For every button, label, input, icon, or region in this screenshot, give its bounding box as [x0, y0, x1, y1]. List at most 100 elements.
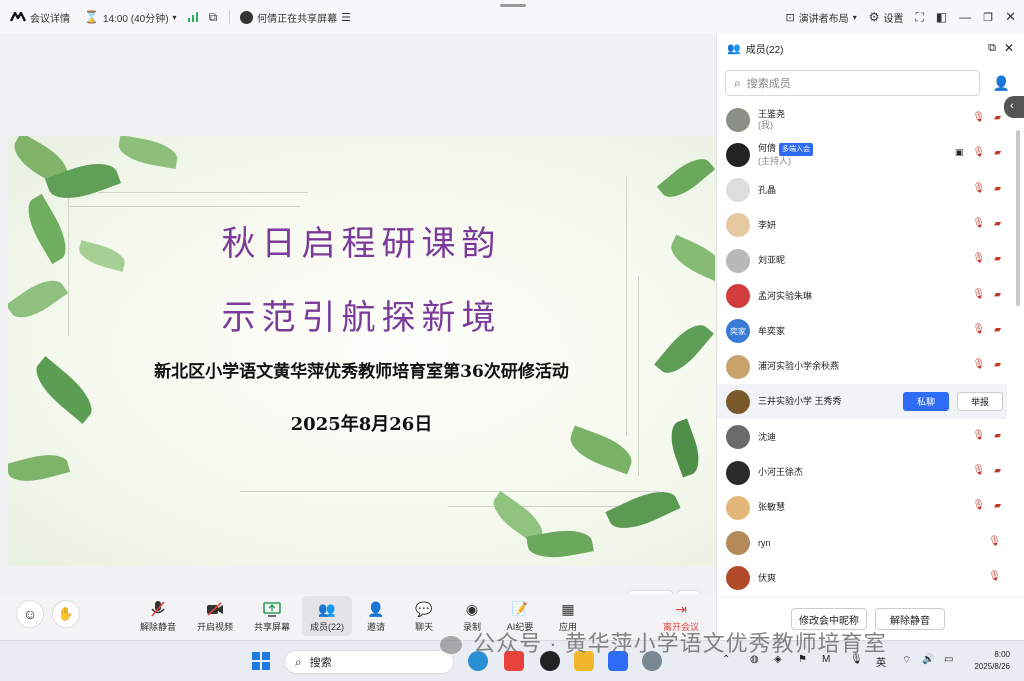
- mic-muted-icon[interactable]: 🎙: [972, 183, 985, 194]
- camera-off-icon[interactable]: ▰: [994, 465, 1001, 476]
- sidebar-toggle-icon[interactable]: ◧: [936, 10, 947, 24]
- meeting-details-button[interactable]: 会议详情: [10, 10, 70, 25]
- mic-muted-icon[interactable]: 🎙: [972, 500, 985, 511]
- windows-start-icon[interactable]: [251, 651, 271, 671]
- member-row[interactable]: 三井实验小学 王秀秀 私聊 举报: [717, 384, 1007, 420]
- unmute-button[interactable]: 解除静音: [133, 598, 183, 633]
- fullscreen-icon[interactable]: ⛶: [915, 10, 923, 25]
- member-text: ryn: [758, 538, 771, 549]
- member-row[interactable]: 孟河实验朱琳 🎙 ▰: [717, 279, 1007, 314]
- window-controls: ⊡ 演讲者布局 ▾ ⚙ 设置 ⛶ ◧ — ❐ ✕: [785, 0, 1016, 34]
- mic-muted-icon[interactable]: 🎙: [972, 253, 985, 264]
- chevron-down-icon: ▾: [852, 12, 857, 22]
- share-screen-button[interactable]: 共享屏幕: [247, 598, 297, 633]
- member-status-icons: 🎙 ▰: [972, 218, 1001, 229]
- member-name: 孟河实验朱琳: [758, 290, 813, 301]
- member-row[interactable]: 奕家 牟奕家 🎙 ▰: [717, 314, 1007, 349]
- camera-off-icon[interactable]: ▰: [994, 324, 1001, 335]
- member-text: 刘亚昵: [758, 255, 785, 266]
- multi-device-badge: 多端入会: [779, 142, 814, 156]
- mic-muted-icon[interactable]: 🎙: [972, 112, 985, 123]
- layout-label: 演讲者布局: [798, 13, 849, 25]
- camera-off-icon[interactable]: ▰: [994, 500, 1001, 511]
- camera-off-icon[interactable]: ▰: [994, 112, 1001, 123]
- member-text: 孔晶: [758, 185, 776, 196]
- member-name: 何倩: [758, 142, 777, 153]
- mic-muted-icon[interactable]: 🎙: [972, 289, 985, 300]
- wifi-icon[interactable]: ⌔: [902, 654, 911, 667]
- member-list-scrollbar[interactable]: [1016, 130, 1020, 306]
- drag-handle[interactable]: [500, 4, 526, 7]
- member-row[interactable]: 王鉴尧 (我) 🎙 ▰: [717, 102, 1007, 137]
- mic-muted-icon[interactable]: 🎙: [972, 359, 985, 370]
- members-panel-title: 成员(22): [745, 44, 784, 56]
- camera-off-icon[interactable]: ▰: [994, 359, 1001, 370]
- mic-muted-icon[interactable]: 🎙: [972, 147, 985, 158]
- reaction-button[interactable]: ☺: [16, 600, 44, 628]
- collapse-panel-tab[interactable]: ‹: [1004, 96, 1024, 118]
- camera-off-icon[interactable]: ▰: [994, 289, 1001, 300]
- battery-icon[interactable]: ▭: [944, 654, 953, 665]
- raise-hand-button[interactable]: ✋: [52, 600, 80, 628]
- share-screen-label: 共享屏幕: [253, 622, 290, 632]
- mic-muted-icon[interactable]: 🎙: [972, 218, 985, 229]
- meeting-time: 14:00 (40分钟): [102, 13, 169, 25]
- member-row[interactable]: ryn 🎙: [717, 526, 1007, 561]
- member-search-placeholder: 搜索成员: [746, 78, 791, 90]
- member-row[interactable]: 刘亚昵 🎙 ▰: [717, 243, 1007, 278]
- members-icon: 👥: [318, 600, 336, 617]
- member-row[interactable]: 沈迪 🎙 ▰: [717, 420, 1007, 455]
- apps-grid-icon: ▦: [561, 600, 575, 617]
- member-search-input[interactable]: ⌕ 搜索成员: [725, 70, 980, 96]
- member-status-icons: 🎙 ▰: [972, 253, 1001, 264]
- close-icon[interactable]: ✕: [1005, 9, 1016, 25]
- unmute-label: 解除静音: [139, 622, 176, 632]
- camera-off-icon[interactable]: ▰: [994, 430, 1001, 441]
- sharing-status[interactable]: 何倩正在共享屏幕 ☰: [240, 10, 351, 25]
- mic-muted-icon[interactable]: 🎙: [972, 324, 985, 335]
- camera-off-icon[interactable]: ▰: [994, 218, 1001, 229]
- add-user-icon[interactable]: 👤: [993, 75, 1010, 92]
- settings-label: 设置: [883, 13, 904, 25]
- member-row[interactable]: 孔晶 🎙 ▰: [717, 173, 1007, 208]
- member-row[interactable]: 小河王徐杰 🎙 ▰: [717, 455, 1007, 490]
- settings-button[interactable]: ⚙ 设置: [869, 10, 904, 25]
- layout-button[interactable]: ⊡ 演讲者布局 ▾: [785, 10, 856, 25]
- taskbar-search[interactable]: ⌕ 搜索: [284, 650, 454, 674]
- shared-screen-stage: 秋日启程研课韵 示范引航探新境 新北区小学语文黄华萍优秀教师培育室第36次研修活…: [0, 34, 716, 613]
- mic-muted-icon[interactable]: 🎙: [972, 430, 985, 441]
- volume-icon[interactable]: 🔊: [922, 654, 934, 665]
- member-name: 张敏慧: [758, 502, 786, 513]
- close-icon[interactable]: ✕: [1004, 41, 1014, 55]
- camera-off-icon[interactable]: ▰: [994, 253, 1001, 264]
- start-video-button[interactable]: 开启视频: [190, 598, 240, 633]
- pop-out-icon[interactable]: ⧉: [988, 42, 996, 55]
- member-row[interactable]: 李妍 🎙 ▰: [717, 208, 1007, 243]
- restore-icon[interactable]: ❐: [983, 11, 993, 24]
- member-row[interactable]: 张敏慧 🎙 ▰: [717, 490, 1007, 525]
- hand-icon: ✋: [57, 606, 75, 621]
- list-icon: ☰: [341, 11, 352, 24]
- minimize-icon[interactable]: —: [959, 10, 971, 24]
- invite-button[interactable]: 👤 邀请: [351, 598, 401, 633]
- member-row[interactable]: 何倩 多端入会 (主持人) ▣ 🎙 ▰: [717, 137, 1007, 172]
- taskbar-clock[interactable]: 8:00 2025/8/26: [974, 649, 1010, 673]
- member-row[interactable]: 伏爽 🎙: [717, 561, 1007, 596]
- camera-off-icon[interactable]: ▰: [994, 183, 1001, 194]
- camera-off-icon: [207, 602, 223, 616]
- avatar: [726, 460, 750, 485]
- camera-off-icon[interactable]: ▰: [994, 147, 1001, 158]
- private-chat-button[interactable]: 私聊: [903, 392, 949, 412]
- signal-strength-icon[interactable]: [187, 12, 199, 22]
- open-external-icon[interactable]: ⧉: [209, 10, 218, 25]
- meeting-time-button[interactable]: ⌛ 14:00 (40分钟) ▾: [84, 10, 177, 25]
- mic-muted-icon[interactable]: 🎙: [988, 536, 1001, 547]
- mic-muted-icon[interactable]: 🎙: [972, 465, 985, 476]
- avatar: [726, 178, 750, 203]
- members-button[interactable]: 👥 成员(22): [302, 596, 352, 636]
- mic-muted-icon[interactable]: 🎙: [988, 571, 1001, 582]
- member-name: 沈迪: [758, 431, 777, 442]
- report-button[interactable]: 举报: [957, 392, 1003, 412]
- member-name: 王鉴尧: [758, 108, 786, 119]
- member-row[interactable]: 浦河实验小学余秋燕 🎙 ▰: [717, 349, 1007, 384]
